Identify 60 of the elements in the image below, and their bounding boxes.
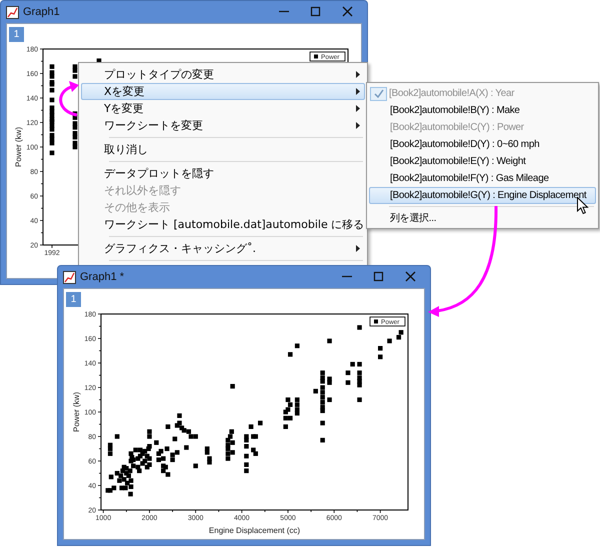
legend-marker-icon <box>314 54 318 58</box>
menu-item[interactable]: Yを変更 <box>81 100 365 117</box>
data-point <box>313 388 318 394</box>
data-point <box>378 354 383 360</box>
data-point <box>258 420 263 426</box>
window-title: Graph1 * <box>80 271 124 283</box>
menu-item[interactable]: 取り消し <box>81 141 365 158</box>
legend-box <box>370 316 406 326</box>
menu-item[interactable]: プロットタイプの変更 <box>81 66 365 83</box>
data-point <box>166 424 170 429</box>
data-point <box>244 444 249 449</box>
data-point <box>327 397 332 402</box>
menu-item[interactable]: [Book2]automobile!F(Y) : Gas Mileage <box>369 170 596 187</box>
menu-item[interactable]: Xを変更 <box>81 83 365 100</box>
menu-item[interactable]: ワークシートを変更 <box>81 117 365 134</box>
axis-title: Power (kw) <box>14 127 23 167</box>
maximize-icon <box>373 271 385 283</box>
data-point <box>172 436 178 442</box>
close-icon <box>342 6 354 18</box>
data-point <box>378 346 383 351</box>
data-point <box>184 445 189 450</box>
menu-item[interactable]: [Book2]automobile!G(Y) : Engine Displacement <box>369 187 596 204</box>
data-point <box>177 413 182 418</box>
menu-item[interactable]: ワークシート [automobile.dat]automobile に移る <box>81 216 365 233</box>
menu-item[interactable]: [Book2]automobile!B(Y) : Make <box>369 102 596 119</box>
axis-title: Power (kw) <box>72 392 81 432</box>
data-point <box>357 362 362 367</box>
data-point <box>346 370 350 376</box>
data-point <box>350 362 355 367</box>
menu-item[interactable]: [Book2]automobile!D(Y) : 0~60 mph <box>369 136 596 153</box>
legend-marker-icon <box>374 320 378 324</box>
close-icon <box>405 271 417 283</box>
data-point <box>283 424 288 429</box>
data-point <box>294 344 300 348</box>
data-point <box>154 440 159 445</box>
data-point <box>346 380 350 385</box>
data-point <box>244 454 249 458</box>
data-point <box>114 434 120 439</box>
data-point <box>327 338 332 344</box>
data-point <box>357 325 362 330</box>
data-point <box>387 338 392 344</box>
graph-icon <box>6 6 19 18</box>
menu-item[interactable]: 列を選択... <box>369 209 596 226</box>
data-point <box>320 438 325 442</box>
curved-arrow <box>59 81 79 116</box>
axis-title: Engine Displacement (cc) <box>208 526 300 535</box>
data-point <box>288 352 293 357</box>
maximize-icon <box>310 6 322 18</box>
data-point <box>244 468 249 474</box>
data-point <box>320 420 325 426</box>
menu-item[interactable]: グラフィクス・キャッシング˚. <box>81 240 365 257</box>
data-point <box>193 464 198 468</box>
data-point <box>230 384 235 389</box>
data-point <box>357 397 362 402</box>
menu-item[interactable]: データプロットを隠す <box>81 165 365 182</box>
window-title: Graph1 <box>23 6 60 18</box>
data-point <box>244 462 249 467</box>
menu-item[interactable]: [Book2]automobile!E(Y) : Weight <box>369 153 596 170</box>
data-point <box>248 424 254 429</box>
graph-icon <box>63 270 76 284</box>
